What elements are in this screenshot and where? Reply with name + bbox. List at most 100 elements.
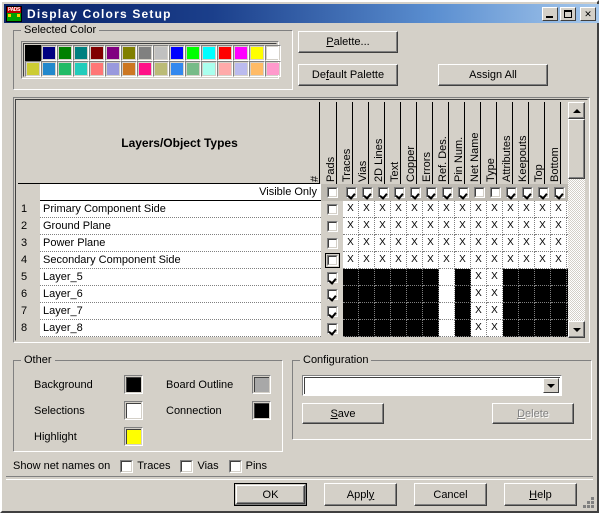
table-row[interactable]: 4Secondary Component SideXXXXXXXXXXXXXXX: [18, 252, 585, 269]
layer-name[interactable]: Layer_8: [40, 320, 321, 337]
visible-only-checkbox-copper[interactable]: [423, 184, 439, 201]
color-cell[interactable]: X: [503, 252, 519, 269]
checkbox-icon[interactable]: [505, 187, 517, 198]
table-row[interactable]: 1Primary Component SideXXXXXXXXXXXXXXX: [18, 201, 585, 218]
color-cell[interactable]: X: [535, 252, 551, 269]
color-cell[interactable]: X: [343, 218, 359, 235]
palette-swatch-r2-c1[interactable]: [25, 61, 41, 77]
color-cell[interactable]: X: [375, 235, 391, 252]
layer-name[interactable]: Layer_6: [40, 286, 321, 303]
layer-enable-checkbox[interactable]: [321, 201, 343, 218]
color-cell[interactable]: [423, 320, 439, 337]
checkbox-icon[interactable]: [326, 272, 338, 283]
color-cell[interactable]: X: [455, 218, 471, 235]
color-cell[interactable]: X: [343, 201, 359, 218]
color-cell[interactable]: X: [487, 252, 503, 269]
color-cell[interactable]: X: [551, 235, 567, 252]
grid-vertical-scrollbar[interactable]: [568, 102, 585, 338]
palette-swatch-r2-c15[interactable]: [249, 61, 265, 77]
color-cell[interactable]: X: [535, 201, 551, 218]
color-cell[interactable]: [407, 320, 423, 337]
color-cell[interactable]: X: [423, 218, 439, 235]
color-cell[interactable]: X: [487, 303, 503, 320]
color-cell[interactable]: [439, 286, 455, 303]
checkbox-icon[interactable]: [361, 187, 373, 198]
color-cell[interactable]: [343, 320, 359, 337]
palette-swatch-r1-c12[interactable]: [201, 45, 217, 61]
visible-only-checkbox-2d-lines[interactable]: [391, 184, 407, 201]
visible-only-checkbox-errors[interactable]: [439, 184, 455, 201]
palette-swatch-r1-c15[interactable]: [249, 45, 265, 61]
table-row[interactable]: 7 Layer_7 X X: [18, 303, 585, 320]
color-cell[interactable]: X: [535, 235, 551, 252]
color-cell[interactable]: [535, 320, 551, 337]
layer-name[interactable]: Layer_5: [40, 269, 321, 286]
resize-grip-icon[interactable]: [582, 496, 594, 508]
color-cell[interactable]: X: [519, 252, 535, 269]
color-cell[interactable]: [423, 303, 439, 320]
configuration-combobox[interactable]: [302, 375, 562, 396]
color-cell[interactable]: X: [455, 201, 471, 218]
scrollbar-thumb[interactable]: [568, 119, 585, 179]
ok-button[interactable]: OK: [234, 483, 307, 506]
color-cell[interactable]: X: [391, 235, 407, 252]
color-cell[interactable]: [439, 303, 455, 320]
checkbox-icon[interactable]: [326, 187, 338, 198]
maximize-button[interactable]: [560, 6, 576, 21]
highlight-color-swatch[interactable]: [124, 427, 143, 446]
color-cell[interactable]: X: [487, 320, 503, 337]
palette-swatch-r2-c16[interactable]: [265, 61, 281, 77]
color-cell[interactable]: X: [391, 252, 407, 269]
palette-swatch-r2-c4[interactable]: [73, 61, 89, 77]
layer-enable-checkbox[interactable]: [321, 252, 343, 269]
color-cell[interactable]: X: [503, 235, 519, 252]
layer-enable-checkbox[interactable]: [321, 303, 343, 320]
palette-swatch-r1-c6[interactable]: [105, 45, 121, 61]
layer-name[interactable]: Power Plane: [40, 235, 321, 252]
color-cell[interactable]: [455, 286, 471, 303]
color-cell[interactable]: X: [391, 201, 407, 218]
color-cell[interactable]: X: [359, 252, 375, 269]
color-cell[interactable]: X: [407, 252, 423, 269]
palette-swatch-r2-c7[interactable]: [121, 61, 137, 77]
color-cell[interactable]: [359, 303, 375, 320]
visible-only-checkbox-vias[interactable]: [375, 184, 391, 201]
checkbox-icon[interactable]: [425, 187, 437, 198]
help-button[interactable]: Help: [504, 483, 577, 506]
color-cell[interactable]: X: [471, 252, 487, 269]
background-color-swatch[interactable]: [124, 375, 143, 394]
checkbox-icon[interactable]: [377, 187, 389, 198]
color-cell[interactable]: [375, 320, 391, 337]
color-cell[interactable]: X: [487, 201, 503, 218]
checkbox-icon[interactable]: [473, 187, 485, 198]
minimize-button[interactable]: [542, 6, 558, 21]
color-cell[interactable]: X: [471, 303, 487, 320]
palette-swatch-r2-c9[interactable]: [153, 61, 169, 77]
visible-only-checkbox-keepouts[interactable]: [535, 184, 551, 201]
checkbox-icon[interactable]: [326, 306, 338, 317]
color-cell[interactable]: [407, 269, 423, 286]
scroll-up-arrow-button[interactable]: [568, 102, 585, 119]
color-cell[interactable]: X: [375, 252, 391, 269]
color-cell[interactable]: X: [343, 252, 359, 269]
palette-swatch-r1-c2[interactable]: [41, 45, 57, 61]
color-cell[interactable]: [551, 303, 567, 320]
table-row[interactable]: 5 Layer_5 X X: [18, 269, 585, 286]
color-cell[interactable]: X: [471, 218, 487, 235]
color-cell[interactable]: X: [551, 218, 567, 235]
color-cell[interactable]: [359, 269, 375, 286]
color-cell[interactable]: [359, 286, 375, 303]
layer-name[interactable]: Secondary Component Side: [40, 252, 321, 269]
color-cell[interactable]: X: [455, 235, 471, 252]
color-cell[interactable]: [455, 320, 471, 337]
visible-only-checkbox-type[interactable]: [503, 184, 519, 201]
color-cell[interactable]: X: [439, 218, 455, 235]
color-cell[interactable]: [503, 320, 519, 337]
color-cell[interactable]: [519, 269, 535, 286]
visible-only-checkbox-traces[interactable]: [359, 184, 375, 201]
checkbox-icon[interactable]: [324, 253, 340, 268]
color-cell[interactable]: [391, 269, 407, 286]
default-palette-button[interactable]: Default Palette: [298, 64, 398, 86]
color-cell[interactable]: [439, 320, 455, 337]
color-cell[interactable]: [407, 286, 423, 303]
